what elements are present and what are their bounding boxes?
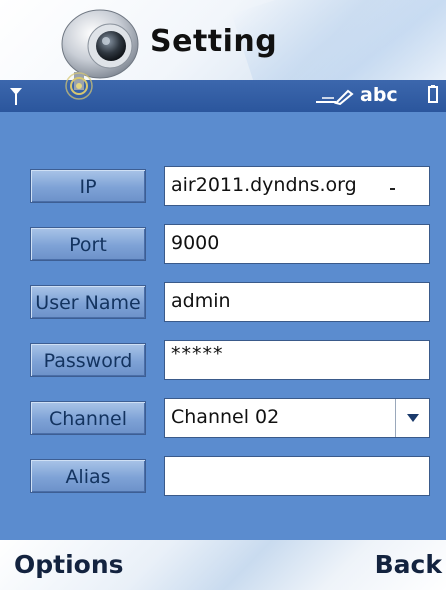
user-name-input[interactable]: admin: [164, 282, 430, 322]
dropdown-arrow[interactable]: [395, 399, 429, 437]
password-input[interactable]: *****: [164, 340, 430, 380]
text-cursor: [390, 188, 395, 190]
settings-form: IP air2011.dyndns.org Port 9000 User Nam…: [0, 112, 446, 540]
page-title: Setting: [150, 24, 278, 59]
password-label-button[interactable]: Password: [30, 343, 146, 377]
channel-select[interactable]: Channel 02: [164, 398, 430, 438]
port-row: Port 9000: [0, 224, 446, 264]
user-name-row: User Name admin: [0, 282, 446, 322]
signal-icon: [10, 88, 22, 105]
chevron-down-icon: [406, 414, 419, 422]
pen-icon: [316, 89, 354, 105]
battery-icon: [428, 85, 438, 103]
channel-label-button[interactable]: Channel: [30, 401, 146, 435]
channel-selected-value: Channel 02: [171, 406, 280, 428]
input-mode-indicator: abc: [360, 84, 398, 106]
back-softkey[interactable]: Back: [375, 550, 442, 579]
password-row: Password *****: [0, 340, 446, 380]
port-label-button[interactable]: Port: [30, 227, 146, 261]
softkey-bar: Options Back: [0, 540, 446, 590]
port-input[interactable]: 9000: [164, 224, 430, 264]
alias-row: Alias: [0, 456, 446, 496]
ip-label-button[interactable]: IP: [30, 169, 146, 203]
user-name-label-button[interactable]: User Name: [30, 285, 146, 319]
ip-row: IP air2011.dyndns.org: [0, 166, 446, 206]
camera-logo-icon: [61, 9, 139, 100]
channel-row: Channel Channel 02: [0, 398, 446, 438]
alias-label-button[interactable]: Alias: [30, 459, 146, 493]
alias-input[interactable]: [164, 456, 430, 496]
options-softkey[interactable]: Options: [14, 550, 124, 579]
ip-input[interactable]: air2011.dyndns.org: [164, 166, 430, 206]
